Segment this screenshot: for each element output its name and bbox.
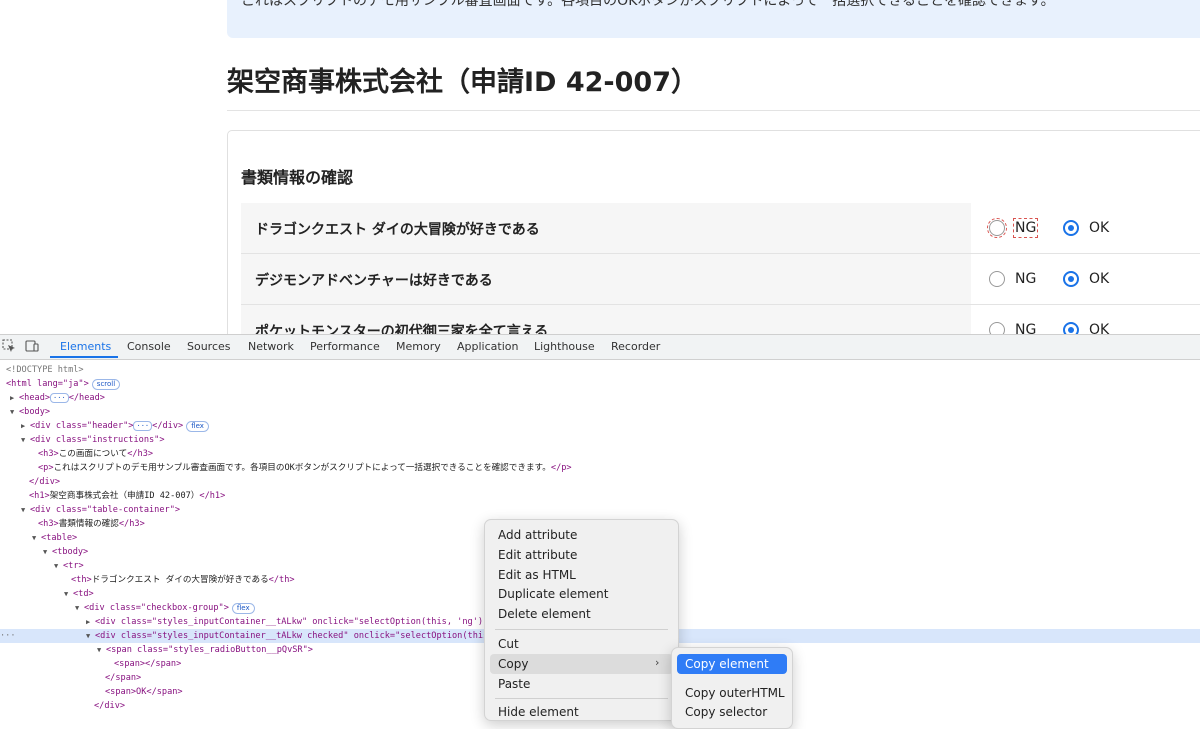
flex-badge[interactable]: flex bbox=[231, 603, 255, 614]
tab-performance[interactable]: Performance bbox=[310, 340, 380, 353]
devtools-tab-bar: Elements Console Sources Network Perform… bbox=[0, 335, 1200, 360]
ng-radio-button[interactable] bbox=[989, 271, 1005, 287]
ng-option[interactable]: NG bbox=[989, 268, 1036, 290]
question-text: ドラゴンクエスト ダイの大冒険が好きである bbox=[255, 222, 540, 238]
tab-sources[interactable]: Sources bbox=[187, 340, 231, 353]
tab-console[interactable]: Console bbox=[127, 340, 171, 353]
menu-item-hide-element[interactable]: Hide element bbox=[498, 705, 579, 719]
tab-elements[interactable]: Elements bbox=[60, 340, 111, 353]
collapse-arrow-icon: ▼ bbox=[75, 604, 80, 612]
ng-label: NG bbox=[1015, 271, 1037, 287]
row-header: ドラゴンクエスト ダイの大冒険が好きである bbox=[241, 203, 971, 253]
menu-item-copy[interactable]: Copy bbox=[498, 657, 528, 671]
dom-node[interactable]: <h1>架空商事株式会社（申請ID 42-007）</h1> bbox=[0, 489, 1200, 503]
dom-node[interactable]: <h3>この画面について</h3> bbox=[0, 447, 1200, 461]
question-text: ポケットモンスターの初代御三家を全て言える bbox=[255, 324, 549, 334]
row-header: デジモンアドベンチャーは好きである bbox=[241, 254, 971, 304]
dom-node[interactable]: <!DOCTYPE html> bbox=[0, 363, 1200, 377]
dom-node[interactable]: ▼ <body> bbox=[0, 405, 1200, 419]
ellipsis-badge[interactable]: ··· bbox=[133, 421, 153, 431]
tab-memory[interactable]: Memory bbox=[396, 340, 441, 353]
page-title: 架空商事株式会社（申請ID 42-007） bbox=[227, 67, 698, 98]
title-divider bbox=[227, 110, 1200, 111]
inspect-element-icon[interactable] bbox=[2, 339, 16, 353]
scroll-badge[interactable]: scroll bbox=[91, 379, 121, 390]
menu-item-copy-element[interactable]: Copy element bbox=[685, 657, 769, 671]
copy-submenu: Copy element Copy outerHTML Copy selecto… bbox=[671, 647, 793, 729]
collapse-arrow-icon: ▼ bbox=[54, 562, 59, 570]
collapse-arrow-icon: ▼ bbox=[21, 506, 26, 514]
context-menu: Add attribute Edit attribute Edit as HTM… bbox=[484, 519, 679, 721]
menu-item-cut[interactable]: Cut bbox=[498, 637, 519, 651]
question-text: デジモンアドベンチャーは好きである bbox=[255, 273, 493, 289]
expand-arrow-icon: ▶ bbox=[86, 618, 91, 626]
instructions-text: これはスクリプトのデモ用サンプル審査画面です。各項目のOKボタンがスクリプトによ… bbox=[241, 0, 1055, 9]
collapse-arrow-icon: ▼ bbox=[86, 632, 91, 640]
ng-radio-button[interactable] bbox=[987, 218, 1007, 238]
ok-label: OK bbox=[1089, 322, 1110, 334]
dom-node[interactable]: ▼ <div class="table-container"> bbox=[0, 503, 1200, 517]
ellipsis-badge[interactable]: ··· bbox=[50, 393, 69, 403]
menu-item-duplicate-element[interactable]: Duplicate element bbox=[498, 587, 608, 601]
ng-radio-button[interactable] bbox=[989, 322, 1005, 334]
tab-network[interactable]: Network bbox=[248, 340, 294, 353]
collapse-arrow-icon: ▼ bbox=[97, 646, 102, 654]
ng-label: NG bbox=[1012, 218, 1039, 238]
ok-option[interactable]: OK bbox=[1063, 268, 1109, 290]
dom-node[interactable]: ▼ <div class="instructions"> bbox=[0, 433, 1200, 447]
table-row: デジモンアドベンチャーは好きである NG OK bbox=[241, 254, 1200, 305]
dom-node[interactable]: ▶ <head> ··· </head> bbox=[0, 391, 1200, 405]
flex-badge[interactable]: flex bbox=[186, 421, 209, 432]
menu-item-edit-attribute[interactable]: Edit attribute bbox=[498, 548, 577, 562]
ok-option[interactable]: OK bbox=[1063, 319, 1109, 334]
table-row: ドラゴンクエスト ダイの大冒険が好きである NG OK bbox=[241, 203, 1200, 254]
collapse-arrow-icon: ▼ bbox=[32, 534, 37, 542]
section-title: 書類情報の確認 bbox=[241, 168, 354, 187]
ng-label: NG bbox=[1015, 322, 1037, 334]
menu-item-delete-element[interactable]: Delete element bbox=[498, 607, 591, 621]
table-container: 書類情報の確認 ドラゴンクエスト ダイの大冒険が好きである NG OK デジモン… bbox=[227, 130, 1200, 334]
chevron-right-icon: › bbox=[655, 656, 660, 669]
menu-item-edit-as-html[interactable]: Edit as HTML bbox=[498, 568, 576, 582]
ok-label: OK bbox=[1089, 220, 1110, 236]
ok-radio-button[interactable] bbox=[1063, 322, 1079, 334]
table-row: ポケットモンスターの初代御三家を全て言える NG OK bbox=[241, 305, 1200, 334]
device-toolbar-icon[interactable] bbox=[25, 339, 39, 353]
tab-lighthouse[interactable]: Lighthouse bbox=[534, 340, 595, 353]
expand-arrow-icon: ▶ bbox=[10, 394, 15, 402]
menu-item-add-attribute[interactable]: Add attribute bbox=[498, 528, 577, 542]
ng-option[interactable]: NG bbox=[989, 319, 1036, 334]
ok-label: OK bbox=[1089, 271, 1110, 287]
ok-radio-button[interactable] bbox=[1063, 220, 1079, 236]
gutter-dots: ··· bbox=[0, 631, 16, 641]
dom-node[interactable]: <p>これはスクリプトのデモ用サンプル審査画面です。各項目のOKボタンがスクリプ… bbox=[0, 461, 1200, 475]
menu-separator bbox=[495, 698, 668, 699]
tab-recorder[interactable]: Recorder bbox=[611, 340, 660, 353]
tab-application[interactable]: Application bbox=[457, 340, 518, 353]
dom-node[interactable]: </div> bbox=[0, 475, 1200, 489]
review-table: ドラゴンクエスト ダイの大冒険が好きである NG OK デジモンアドベンチャーは… bbox=[241, 203, 1200, 334]
active-tab-indicator bbox=[50, 356, 118, 358]
ok-radio-button[interactable] bbox=[1063, 271, 1079, 287]
collapse-arrow-icon: ▼ bbox=[64, 590, 69, 598]
ng-option[interactable]: NG bbox=[987, 217, 1039, 239]
menu-item-copy-selector[interactable]: Copy selector bbox=[685, 705, 767, 719]
dom-node[interactable]: ▶ <div class="header"> ··· </div> flex bbox=[0, 419, 1200, 433]
ok-option[interactable]: OK bbox=[1063, 217, 1109, 239]
menu-item-paste[interactable]: Paste bbox=[498, 677, 530, 691]
collapse-arrow-icon: ▼ bbox=[21, 436, 26, 444]
expand-arrow-icon: ▶ bbox=[21, 422, 26, 430]
menu-item-copy-outerhtml[interactable]: Copy outerHTML bbox=[685, 686, 785, 700]
page-viewport: これはスクリプトのデモ用サンプル審査画面です。各項目のOKボタンがスクリプトによ… bbox=[0, 0, 1200, 334]
collapse-arrow-icon: ▼ bbox=[43, 548, 48, 556]
dom-node[interactable]: <html lang="ja"> scroll bbox=[0, 377, 1200, 391]
row-header: ポケットモンスターの初代御三家を全て言える bbox=[241, 305, 971, 334]
instructions-box: これはスクリプトのデモ用サンプル審査画面です。各項目のOKボタンがスクリプトによ… bbox=[227, 0, 1200, 38]
menu-separator bbox=[495, 629, 668, 630]
collapse-arrow-icon: ▼ bbox=[10, 408, 15, 416]
